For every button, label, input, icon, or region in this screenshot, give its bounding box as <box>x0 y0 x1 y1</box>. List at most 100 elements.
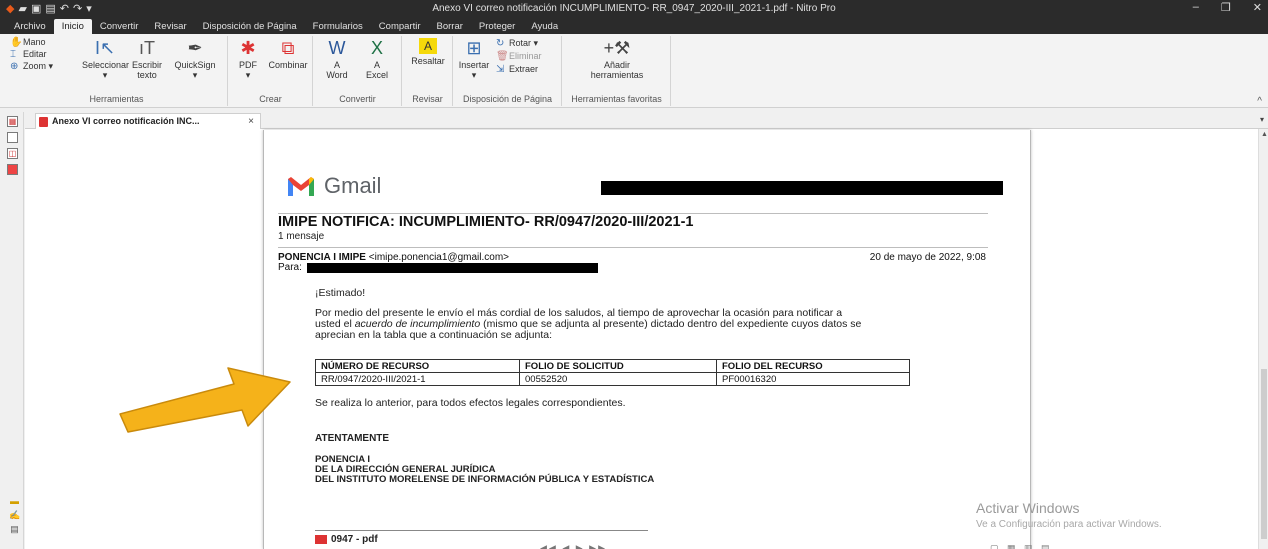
group-disposicion: ⊞ Insertar ▾ ↻ Rotar ▾ 🗑Eliminar ⇲ Extraer D… <box>454 36 562 106</box>
table-cell-folio-recurso: PF00016320 <box>716 372 910 386</box>
minimize-icon[interactable]: – <box>1193 1 1199 14</box>
group-label-revisar: Revisar <box>412 94 443 104</box>
pdf-file-icon <box>39 117 48 127</box>
write-text-button[interactable]: ıT Escribir texto <box>128 38 166 80</box>
window-controls: – ❐ ✕ <box>1193 1 1262 14</box>
close-tab-icon[interactable]: × <box>248 114 254 129</box>
scrollbar-thumb[interactable] <box>1261 369 1267 539</box>
close-window-icon[interactable]: ✕ <box>1253 1 1262 14</box>
tab-compartir[interactable]: Compartir <box>371 19 429 34</box>
comment-list-icon[interactable]: ▬ <box>9 496 20 506</box>
bookmarks-panel-icon[interactable] <box>7 132 18 143</box>
delete-page-button[interactable]: 🗑Eliminar <box>496 51 542 62</box>
document-tab[interactable]: Anexo VI correo notificación INC... × <box>35 113 261 129</box>
attachments-panel-icon[interactable]: ◫ <box>7 148 18 159</box>
signature-pen-icon: ✒ <box>187 38 203 58</box>
activation-watermark-subtitle: Ve a Configuración para activar Windows. <box>976 519 1162 530</box>
gmail-logo-icon <box>288 177 314 196</box>
left-panel-rail: ▦ ◫ ▬ ✍ ▤ <box>0 112 24 549</box>
records-table: NÚMERO DE RECURSO FOLIO DE SOLICITUD FOL… <box>315 359 910 386</box>
page-navigation-bar[interactable]: ◀◀ ◀ ▶ ▶▶ <box>540 543 607 549</box>
scroll-up-icon[interactable]: ▲ <box>1261 131 1268 138</box>
vertical-scrollbar[interactable]: ▲ <box>1258 129 1268 549</box>
group-label-convertir: Convertir <box>339 94 376 104</box>
highlight-arrow <box>119 367 291 433</box>
delete-icon: 🗑 <box>496 51 509 62</box>
table-cell-folio-solicitud: 00552520 <box>519 372 717 386</box>
hand-icon: ✋ <box>10 37 23 48</box>
tab-disposicion[interactable]: Disposición de Página <box>195 19 305 34</box>
combine-icon: ⧉ <box>281 38 295 58</box>
attachment-divider <box>315 530 648 531</box>
tab-formularios[interactable]: Formularios <box>305 19 371 34</box>
message-count: 1 mensaje <box>278 231 325 242</box>
create-pdf-button[interactable]: ✱ PDF ▾ <box>233 38 263 80</box>
title-bar: ◆ ▰ ▣ ▤ ↶ ↷ ▾ Anexo VI correo notificaci… <box>0 0 1268 18</box>
to-excel-button[interactable]: X A Excel <box>358 38 396 80</box>
insert-button[interactable]: ⊞ Insertar ▾ <box>456 38 492 80</box>
comments-panel-icon[interactable] <box>7 164 18 175</box>
select-button[interactable]: I↖ Seleccionar ▾ <box>82 38 129 80</box>
table-header-numero: NÚMERO DE RECURSO <box>315 359 520 373</box>
table-header-row: NÚMERO DE RECURSO FOLIO DE SOLICITUD FOL… <box>315 359 910 373</box>
nitro-pro-window: ◆ ▰ ▣ ▤ ↶ ↷ ▾ Anexo VI correo notificaci… <box>0 0 1268 549</box>
to-word-button[interactable]: W A Word <box>318 38 356 80</box>
closing-line: Se realiza lo anterior, para todos efect… <box>315 397 626 409</box>
pdf-page: Gmail IMIPE NOTIFICA: INCUMPLIMIENTO- RR… <box>263 130 1031 549</box>
ribbon: ✋Mano ⌶ Editar ⊕ Zoom ▾ I↖ Seleccionar ▾ ıT E… <box>0 34 1268 108</box>
select-cursor-icon: I↖ <box>94 38 116 58</box>
tab-list-chevron-icon[interactable]: ▾ <box>1260 115 1264 124</box>
rotate-button[interactable]: ↻ Rotar ▾ <box>496 38 538 49</box>
insert-page-icon: ⊞ <box>466 38 482 58</box>
add-tools-icon: +⚒ <box>603 38 631 58</box>
zoom-tool-button[interactable]: ⊕ Zoom ▾ <box>10 61 53 72</box>
paragraph-line-3: aprecian en la tabla que a continuación … <box>315 329 553 341</box>
tab-revisar[interactable]: Revisar <box>146 19 194 34</box>
combine-button[interactable]: ⧉ Combinar <box>265 38 311 70</box>
edit-tool-button[interactable]: ⌶ Editar <box>10 49 47 60</box>
table-header-folio-solicitud: FOLIO DE SOLICITUD <box>519 359 717 373</box>
group-label-crear: Crear <box>259 94 282 104</box>
email-subject: IMIPE NOTIFICA: INCUMPLIMIENTO- RR/0947/… <box>278 214 694 230</box>
tab-borrar[interactable]: Borrar <box>429 19 471 34</box>
sender-line: PONENCIA I IMIPE <imipe.ponencia1@gmail.… <box>278 252 509 263</box>
rotate-icon: ↻ <box>496 38 505 49</box>
subject-divider <box>278 247 988 248</box>
collapse-ribbon-icon[interactable]: ^ <box>1257 96 1262 107</box>
redaction-bar <box>601 181 1003 195</box>
restore-icon[interactable]: ❐ <box>1221 1 1231 14</box>
tab-proteger[interactable]: Proteger <box>471 19 523 34</box>
email-date: 20 de mayo de 2022, 9:08 <box>869 252 986 263</box>
tab-archivo[interactable]: Archivo <box>6 19 54 34</box>
signatures-panel-icon[interactable]: ✍ <box>9 510 20 520</box>
gmail-wordmark: Gmail <box>324 173 382 198</box>
tab-inicio[interactable]: Inicio <box>53 19 92 34</box>
document-tab-strip: Anexo VI correo notificación INC... × ▾ <box>25 112 1268 129</box>
tab-ayuda[interactable]: Ayuda <box>523 19 566 34</box>
recipient-label: Para: <box>278 262 302 273</box>
output-panel-icon[interactable]: ▤ <box>9 524 20 534</box>
group-label-herramientas: Herramientas <box>89 94 144 104</box>
tab-convertir[interactable]: Convertir <box>92 19 147 34</box>
atentamente: ATENTAMENTE <box>315 433 390 444</box>
pdf-attachment-icon <box>315 534 327 544</box>
text-icon: ıT <box>139 38 155 58</box>
pages-panel-icon[interactable]: ▦ <box>7 116 18 127</box>
greeting: ¡Estimado! <box>315 287 366 299</box>
highlight-button[interactable]: A Resaltar <box>405 38 451 66</box>
attachment[interactable]: 0947 - pdf <box>315 534 378 545</box>
extract-icon: ⇲ <box>496 64 505 75</box>
group-favoritas: +⚒ Añadir herramientas Herramientas favori… <box>563 36 671 106</box>
table-cell-numero: RR/0947/2020-III/2021-1 <box>315 372 520 386</box>
hand-tool-button[interactable]: ✋Mano <box>10 37 46 48</box>
group-convertir: W A Word X A Excel Convertir <box>314 36 402 106</box>
add-tools-button[interactable]: +⚒ Añadir herramientas <box>583 38 651 80</box>
view-mode-buttons[interactable]: ▢ ▦ ▥ ▤ <box>990 543 1053 549</box>
pdf-create-icon: ✱ <box>240 38 256 58</box>
quicksign-button[interactable]: ✒ QuickSign ▾ <box>170 38 220 80</box>
word-icon: W <box>328 38 346 58</box>
sender-email: <imipe.ponencia1@gmail.com> <box>368 252 509 263</box>
group-label-favoritas: Herramientas favoritas <box>571 94 662 104</box>
activation-watermark-title: Activar Windows <box>976 500 1080 516</box>
extract-button[interactable]: ⇲ Extraer <box>496 64 538 75</box>
